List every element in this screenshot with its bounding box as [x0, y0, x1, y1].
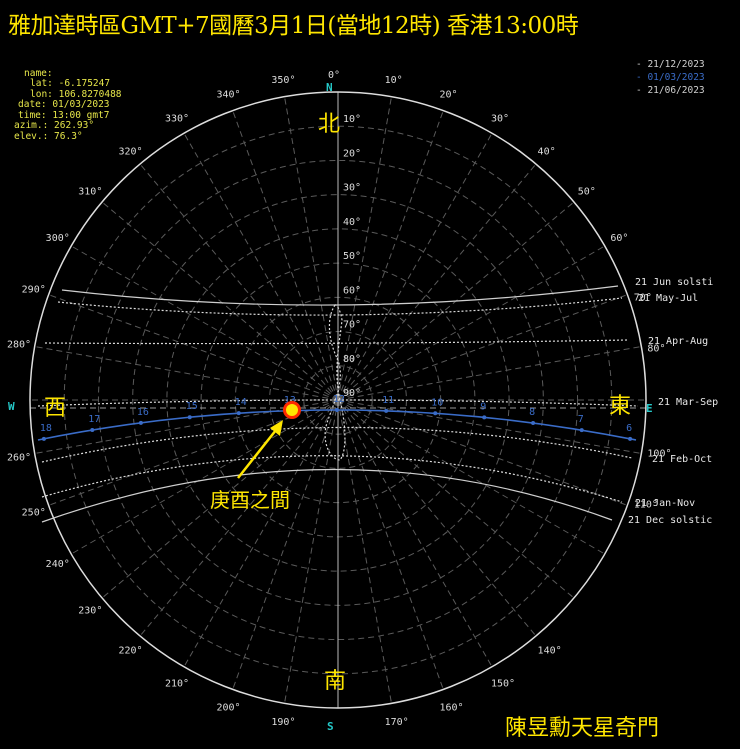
hour-label: 10 — [431, 397, 443, 408]
path-apr-aug — [44, 339, 629, 345]
hour-label: 9 — [480, 401, 486, 412]
azimuth-label: 0° — [328, 70, 340, 81]
hour-dot — [531, 420, 536, 425]
azimuth-label: 220° — [118, 646, 142, 657]
hour-dot — [187, 415, 192, 420]
hour-label: 14 — [235, 397, 247, 408]
azimuth-label: 200° — [217, 702, 241, 713]
hour-dot — [138, 420, 143, 425]
altitude-label: 20° — [343, 148, 361, 159]
hour-label: 16 — [137, 407, 149, 418]
azimuth-label: 40° — [538, 146, 556, 157]
hour-label: 15 — [186, 401, 198, 412]
sun-path-diagram: 0° 10°20°30°40°50°60°70°80°100°110°140°15… — [7, 70, 718, 733]
label-mar-sep: 21 Mar-Sep — [658, 397, 718, 408]
hour-dot — [41, 436, 46, 441]
altitude-label: 40° — [343, 217, 361, 228]
annotation-arrow — [237, 424, 281, 479]
hour-label: 18 — [40, 423, 52, 434]
direction-south: 南 — [324, 669, 347, 694]
azimuth-label: 300° — [46, 233, 70, 244]
azimuth-label: 260° — [7, 453, 31, 464]
sun-marker — [286, 404, 298, 416]
path-may-jul — [57, 297, 623, 316]
altitude-label: 70° — [343, 320, 361, 331]
hour-dot — [433, 411, 438, 416]
azimuth-gridline — [232, 399, 339, 690]
label-feb-oct: 21 Feb-Oct — [652, 454, 712, 465]
hour-label: 11 — [382, 395, 394, 406]
compass-north: N — [326, 81, 333, 94]
azimuth-label: 170° — [385, 717, 409, 728]
label-apr-aug: 21 Apr-Aug — [648, 336, 708, 347]
azimuth-gridline — [139, 399, 339, 637]
azimuth-gridline — [337, 399, 444, 690]
label-may-jul: 21 May-Jul — [638, 293, 698, 304]
hour-dot — [628, 436, 633, 441]
azimuth-label: 50° — [578, 186, 596, 197]
azimuth-label: 150° — [491, 678, 515, 689]
hour-label: 7 — [578, 414, 584, 425]
altitude-label: 10° — [343, 114, 361, 125]
hour-dot — [90, 428, 95, 433]
azimuth-label: 140° — [538, 646, 562, 657]
hour-label: 17 — [88, 414, 100, 425]
compass-west: W — [8, 400, 15, 413]
compass-south: S — [327, 720, 334, 733]
label-dec-solstice: 21 Dec solstic — [628, 515, 712, 526]
azimuth-label: 10° — [385, 75, 403, 86]
altitude-label: 80° — [343, 354, 361, 365]
azimuth-gridline — [337, 399, 575, 599]
azimuth-label: 250° — [22, 507, 46, 518]
azimuth-label: 330° — [165, 114, 189, 125]
azimuth-label: 190° — [271, 717, 295, 728]
azimuth-label: 310° — [78, 186, 102, 197]
altitude-label: 60° — [343, 285, 361, 296]
altitude-label: 30° — [343, 183, 361, 194]
path-current-date — [37, 409, 637, 441]
compass-east: E — [646, 402, 653, 415]
azimuth-label: 240° — [46, 559, 70, 570]
azimuth-label: 340° — [217, 90, 241, 101]
direction-west: 西 — [44, 396, 67, 421]
azimuth-label: 20° — [439, 90, 457, 101]
path-feb-oct — [41, 426, 633, 463]
hour-label: 6 — [626, 423, 632, 434]
brand-label: 陳昱勳天星奇門 — [505, 716, 660, 741]
altitude-label: 50° — [343, 251, 361, 262]
hour-label: 12 — [333, 394, 345, 405]
azimuth-label: 290° — [22, 285, 46, 296]
hour-dot — [579, 428, 584, 433]
azimuth-label: 30° — [491, 114, 509, 125]
hour-dot — [334, 408, 339, 413]
azimuth-label: 210° — [165, 678, 189, 689]
azimuth-label: 320° — [118, 146, 142, 157]
altitude-label: 90° — [343, 388, 361, 399]
hour-dot — [236, 411, 241, 416]
label-jan-nov: 21 Jan-Nov — [635, 498, 695, 509]
sun-position-annotation: 庚酉之間 — [210, 488, 290, 512]
azimuth-label: 350° — [271, 75, 295, 86]
direction-north: 北 — [318, 112, 341, 137]
hour-dot — [482, 415, 487, 420]
azimuth-label: 60° — [610, 233, 628, 244]
azimuth-label: 280° — [7, 339, 31, 350]
hour-dot — [384, 408, 389, 413]
label-jun-solstice: 21 Jun solsti — [635, 277, 713, 288]
azimuth-label: 160° — [439, 702, 463, 713]
hour-label: 8 — [529, 407, 535, 418]
azimuth-label: 230° — [78, 606, 102, 617]
direction-east: 東 — [609, 394, 632, 419]
